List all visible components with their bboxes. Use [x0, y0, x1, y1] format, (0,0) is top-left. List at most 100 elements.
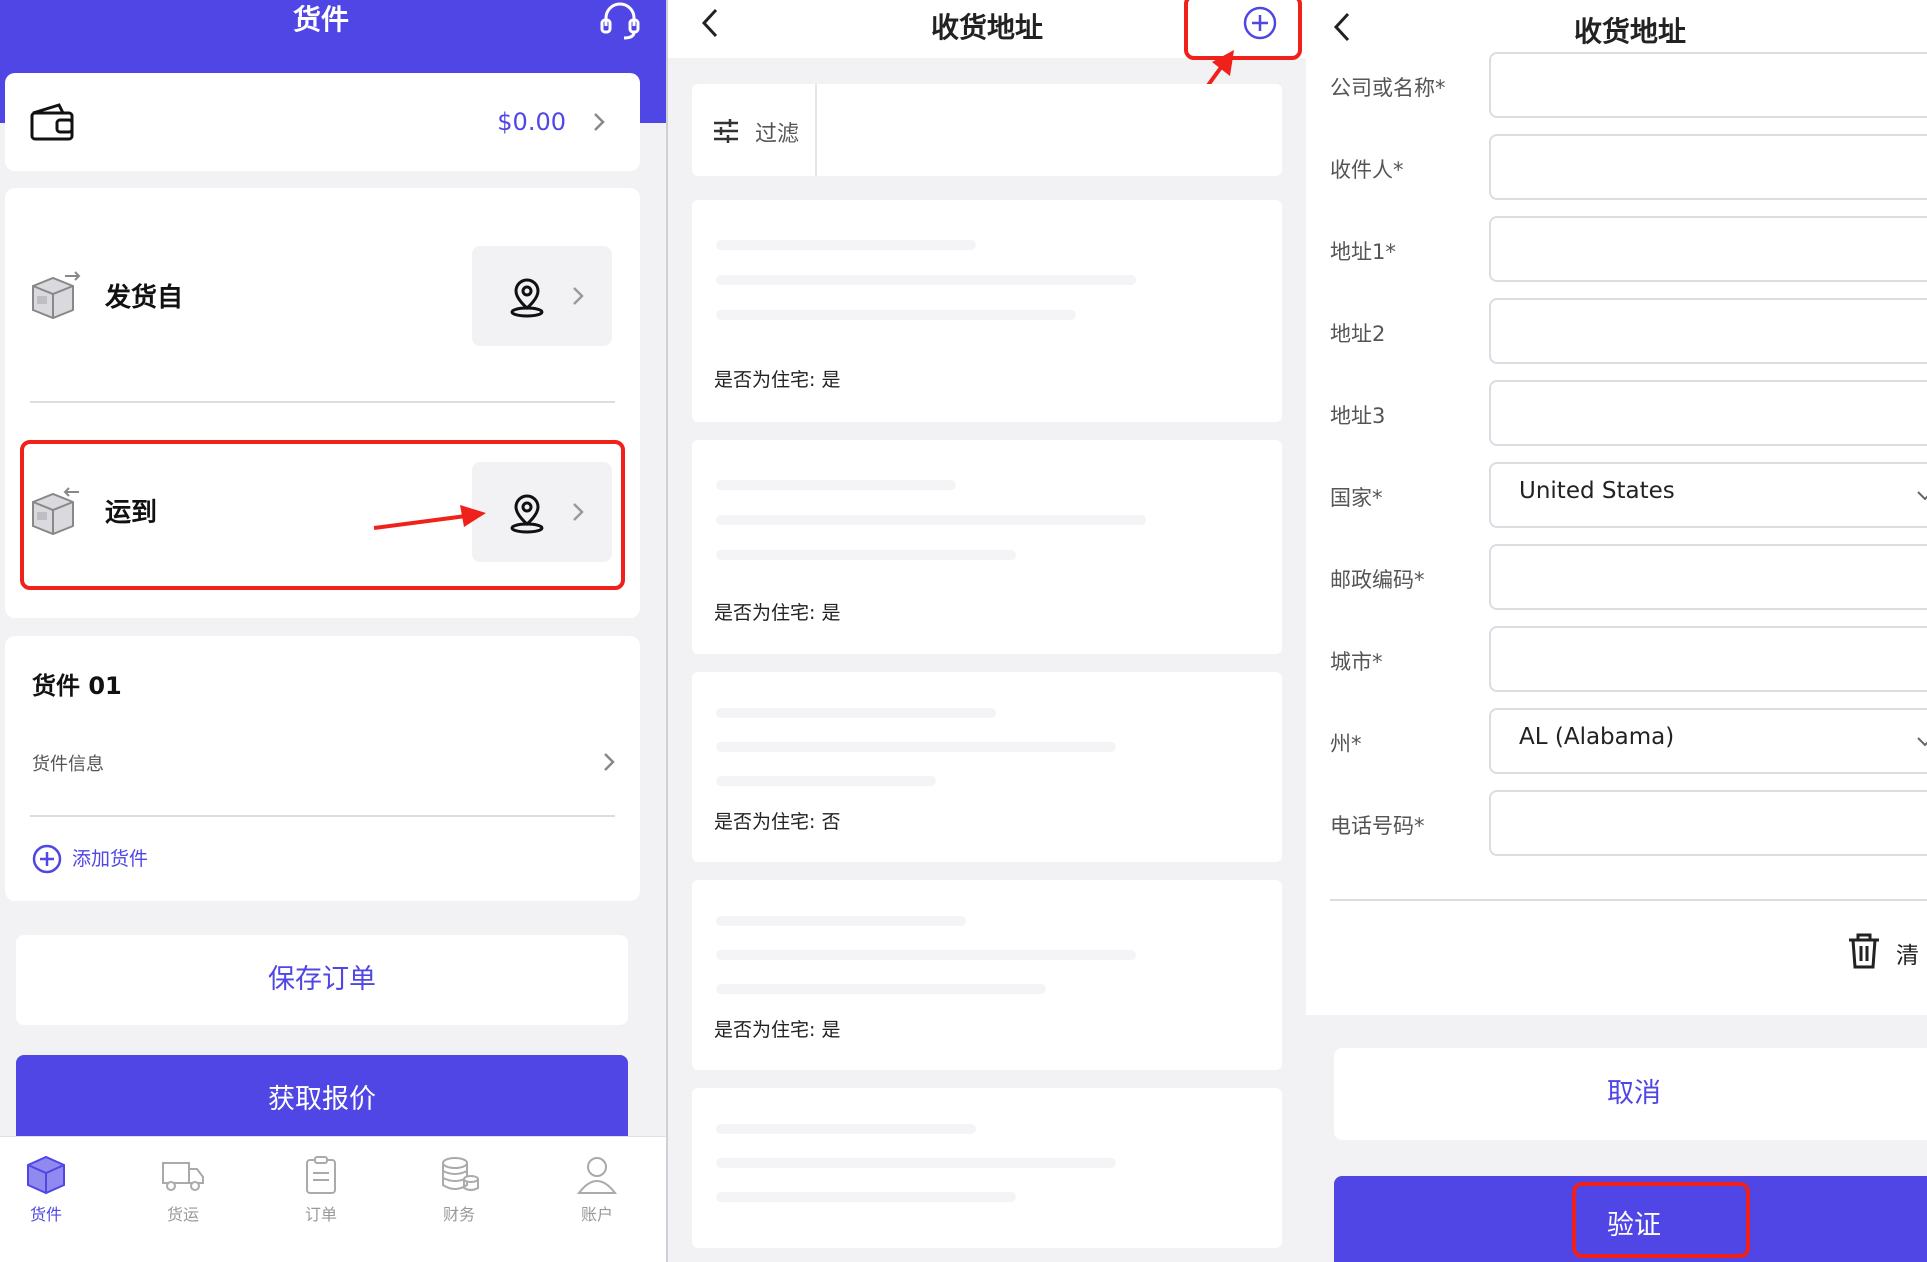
country-label: 国家* [1330, 486, 1383, 510]
page-title: 货件 [292, 3, 349, 36]
address1-field[interactable] [1489, 216, 1927, 282]
filter-label: 过滤 [755, 122, 800, 147]
cancel-button[interactable]: 取消 [1334, 1048, 1927, 1140]
wallet-icon [30, 103, 74, 141]
redacted-text [716, 275, 1136, 285]
address-card[interactable]: 是否为住宅: 是 [692, 880, 1282, 1070]
state-value: AL (Alabama) [1519, 724, 1675, 750]
highlight-box [1184, 0, 1302, 60]
address3-label: 地址3 [1330, 404, 1386, 428]
tab-finance[interactable]: 财务 [409, 1155, 509, 1245]
clear-label: 清 [1896, 943, 1919, 969]
address-list-header: 收货地址 [668, 0, 1306, 60]
box-outbound-icon [32, 271, 81, 320]
divider [30, 815, 615, 817]
redacted-text [716, 1158, 1116, 1168]
residential-status: 是否为住宅: 是 [714, 602, 841, 624]
redacted-text [716, 916, 966, 926]
postcode-field[interactable] [1489, 544, 1927, 610]
redacted-text [716, 515, 1146, 525]
ship-from-label: 发货自 [105, 283, 184, 313]
add-cargo-label: 添加货件 [72, 848, 149, 870]
address-list-panel: 收货地址 过滤 是否为住宅: 是 是否为住宅: 是 是否为住宅: 否 是否为住宅… [668, 0, 1306, 1262]
chevron-down-icon [1917, 491, 1927, 501]
address-card[interactable]: 是否为住宅: 否 [692, 672, 1282, 862]
company-label: 公司或名称* [1330, 76, 1446, 100]
city-label: 城市* [1330, 650, 1383, 674]
ship-from-location-button[interactable] [472, 246, 612, 346]
filter-bar: 过滤 [692, 84, 1282, 176]
address-form: 公司或名称* 收件人* 地址1* 地址2 地址3 国家* United Stat… [1306, 52, 1927, 1015]
trash-icon [1849, 933, 1879, 969]
address2-label: 地址2 [1330, 322, 1386, 346]
redacted-text [716, 310, 1076, 320]
cargo-title: 货件 01 [32, 672, 122, 700]
tab-label: 财务 [442, 1205, 475, 1224]
headset-icon[interactable] [598, 0, 642, 40]
redacted-text [716, 1124, 976, 1134]
city-field[interactable] [1489, 626, 1927, 692]
redacted-text [716, 776, 936, 786]
wallet-card[interactable]: $0.00 [5, 73, 640, 171]
country-select[interactable]: United States [1489, 462, 1927, 528]
redacted-text [716, 984, 1046, 994]
residential-status: 是否为住宅: 是 [714, 369, 841, 391]
postcode-label: 邮政编码* [1330, 568, 1425, 592]
address-form-panel: 收货地址 公司或名称* 收件人* 地址1* 地址2 地址3 国家* United… [1306, 0, 1927, 1262]
cargo-card: 货件 01 货件信息 添加货件 [5, 636, 640, 901]
chevron-right-icon [573, 287, 584, 305]
address3-field[interactable] [1489, 380, 1927, 446]
address-card[interactable] [692, 1088, 1282, 1248]
redacted-text [716, 240, 976, 250]
cargo-info-link[interactable]: 货件信息 [32, 750, 104, 776]
address-card[interactable]: 是否为住宅: 是 [692, 200, 1282, 422]
tab-shipment[interactable]: 货件 [0, 1155, 96, 1245]
tab-label: 账户 [580, 1205, 613, 1224]
chevron-down-icon [1917, 737, 1927, 747]
state-select[interactable]: AL (Alabama) [1489, 708, 1927, 774]
filter-button[interactable]: 过滤 [692, 84, 817, 176]
redacted-text [716, 1192, 1016, 1202]
save-order-button[interactable]: 保存订单 [16, 935, 628, 1025]
location-pin-icon [510, 278, 544, 318]
phone-label: 电话号码* [1330, 814, 1425, 838]
tab-label: 订单 [304, 1205, 337, 1224]
address2-field[interactable] [1489, 298, 1927, 364]
coins-icon [442, 1157, 479, 1191]
tab-freight[interactable]: 货运 [133, 1155, 233, 1245]
page-title: 收货地址 [1573, 15, 1686, 48]
user-icon [576, 1157, 618, 1194]
address1-label: 地址1* [1330, 240, 1396, 264]
redacted-text [716, 950, 1136, 960]
highlight-box [1572, 1182, 1750, 1258]
add-circle-icon [32, 844, 62, 874]
clipboard-icon [306, 1156, 336, 1194]
tab-account[interactable]: 账户 [547, 1155, 647, 1245]
shipment-panel: 货件 $0.00 发货自 运到 货件 01 货件信息 添加货件 保存订单 获取报… [0, 0, 668, 1262]
add-cargo-button[interactable]: 添加货件 [32, 844, 148, 874]
recipient-field[interactable] [1489, 134, 1927, 200]
highlight-box [20, 440, 625, 590]
tab-label: 货件 [29, 1205, 62, 1224]
clear-button[interactable]: 清 [1846, 932, 1927, 972]
company-field[interactable] [1489, 52, 1927, 118]
chevron-right-icon [594, 113, 605, 131]
address-card[interactable]: 是否为住宅: 是 [692, 440, 1282, 654]
phone-field[interactable] [1489, 790, 1927, 856]
redacted-text [716, 550, 1016, 560]
truck-icon [162, 1162, 204, 1191]
chevron-right-icon [604, 753, 615, 771]
state-label: 州* [1330, 732, 1362, 756]
tab-orders[interactable]: 订单 [271, 1155, 371, 1245]
wallet-balance: $0.00 [497, 108, 566, 136]
divider [1330, 899, 1927, 901]
redacted-text [716, 480, 956, 490]
residential-status: 是否为住宅: 是 [714, 1019, 841, 1041]
residential-status: 是否为住宅: 否 [714, 811, 841, 833]
redacted-text [716, 742, 1116, 752]
tab-label: 货运 [166, 1205, 199, 1224]
redacted-text [716, 708, 996, 718]
sliders-icon [714, 119, 738, 143]
package-icon [27, 1155, 65, 1195]
bottom-tab-bar: 货件 货运 订单 财务 账户 [0, 1136, 668, 1262]
